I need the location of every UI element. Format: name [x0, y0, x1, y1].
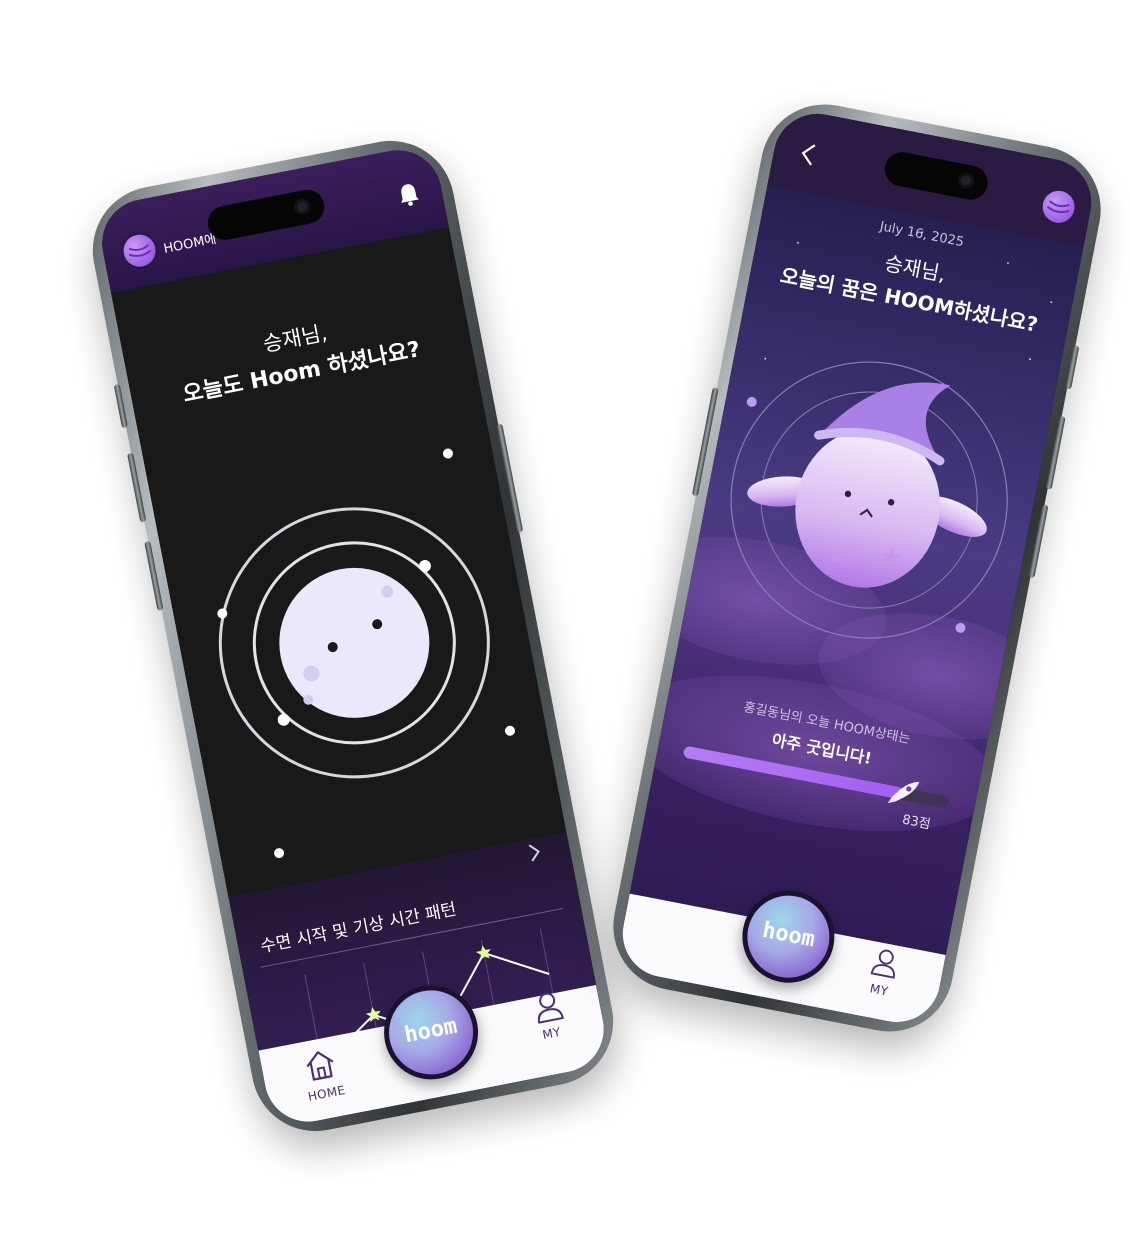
profile-icon [537, 992, 564, 1024]
moon-panel: 승재님, 오늘도 Hoom 하셨나요? [111, 227, 567, 898]
hoom-logo: hoom [402, 1013, 460, 1049]
moon-orbit-illustration [217, 448, 515, 859]
my-tab[interactable]: MY [521, 986, 582, 1058]
home-icon [306, 1051, 334, 1081]
hoom-logo: hoom [760, 917, 818, 953]
my-label: MY [541, 1024, 562, 1043]
profile-icon [870, 949, 895, 979]
bell-icon[interactable] [396, 180, 422, 208]
my-tab[interactable]: MY [852, 943, 911, 1015]
my-label: MY [868, 981, 890, 999]
chart-point-star [475, 945, 491, 961]
avatar[interactable] [120, 231, 159, 270]
avatar[interactable] [1039, 188, 1078, 226]
phone-home: HOOM에 승재님, 오늘도 Hoom 하셨나요? 수면 시작 및 기상 시간 … [81, 129, 625, 1143]
sleeping-ghost-illustration [730, 361, 1008, 639]
home-screen: HOOM에 승재님, 오늘도 Hoom 하셨나요? 수면 시작 및 기상 시간 … [94, 142, 612, 1130]
rocket-icon [887, 775, 922, 810]
chevron-right-icon[interactable] [526, 841, 544, 863]
phone-detail: July 16, 2025 승재님, 오늘의 꿈은 HOOM하셨나요? 홍길동님… [602, 93, 1112, 1043]
home-label: HOME [306, 1082, 347, 1104]
detail-screen: July 16, 2025 승재님, 오늘의 꿈은 HOOM하셨나요? 홍길동님… [615, 106, 1099, 1030]
home-tab[interactable]: HOME [287, 1042, 358, 1116]
